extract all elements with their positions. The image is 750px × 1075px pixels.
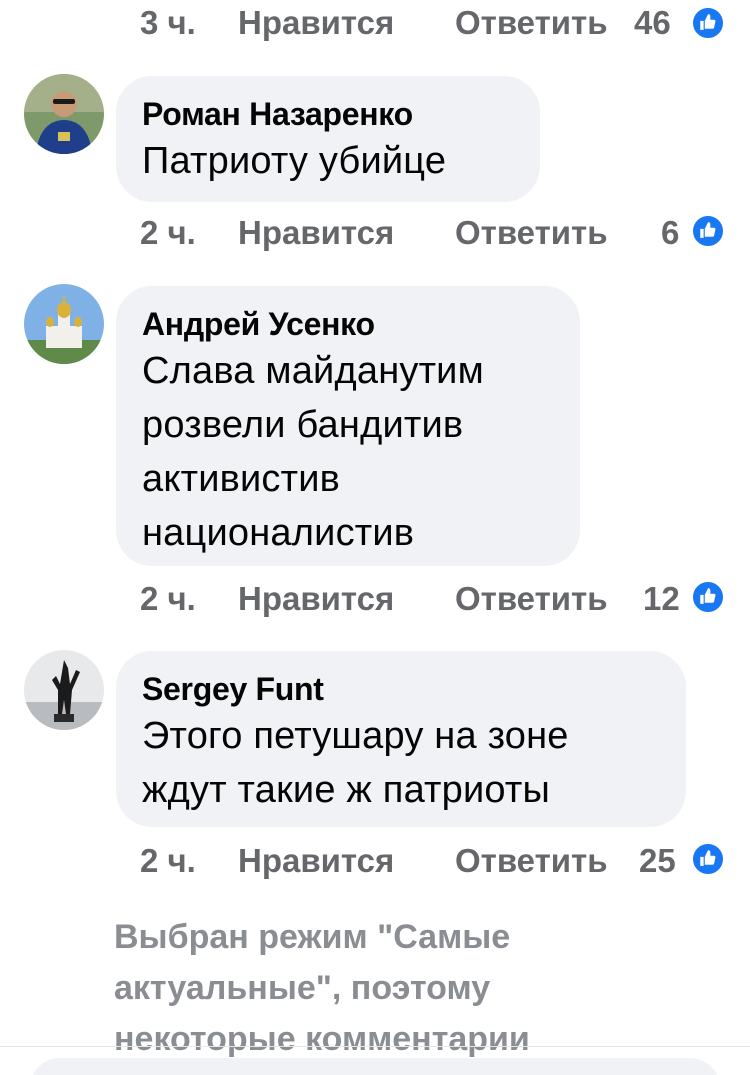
avatar[interactable]	[24, 74, 104, 154]
reaction-count[interactable]: 25	[639, 842, 676, 880]
comment-text-line: Слава майданутим	[142, 350, 484, 392]
avatar[interactable]	[24, 284, 104, 364]
reply-button[interactable]: Ответить	[455, 842, 608, 880]
comments-screen: 3 ч. Нравится Ответить 46 Роман Назаренк…	[0, 0, 750, 1075]
thumbs-up-icon	[691, 214, 725, 248]
reaction-count[interactable]: 12	[643, 580, 680, 618]
comment-bubble: Роман Назаренко Патриоту убийце	[116, 76, 540, 202]
comment-time[interactable]: 2 ч.	[140, 842, 196, 880]
like-button[interactable]: Нравится	[238, 4, 394, 42]
comment-text-line: Этого петушару на зоне	[142, 715, 569, 757]
comment-text-line: активистив	[142, 458, 341, 500]
comment-author[interactable]: Sergey Funt	[142, 669, 660, 709]
thumbs-up-icon	[691, 580, 725, 614]
comment-text-line: розвели бандитив	[142, 404, 464, 446]
comment-text: Этого петушару на зоне ждут такие ж патр…	[142, 709, 660, 817]
comment-time[interactable]: 2 ч.	[140, 214, 196, 252]
notice-line: Выбран режим "Самые	[114, 918, 511, 956]
like-button[interactable]: Нравится	[238, 580, 394, 618]
thumbs-up-icon	[691, 842, 725, 876]
comment-time[interactable]: 2 ч.	[140, 580, 196, 618]
comment-author[interactable]: Андрей Усенко	[142, 304, 554, 344]
reply-button[interactable]: Ответить	[455, 214, 608, 252]
comment-text-line: ждут такие ж патриоты	[142, 769, 551, 811]
comment-bubble: Андрей Усенко Слава майданутим розвели б…	[116, 286, 580, 566]
comment-text-line: националистив	[142, 512, 415, 554]
reaction-count[interactable]: 6	[661, 214, 679, 252]
like-button[interactable]: Нравится	[238, 214, 394, 252]
comment-text: Слава майданутим розвели бандитив активи…	[142, 344, 554, 560]
like-button[interactable]: Нравится	[238, 842, 394, 880]
comment-author[interactable]: Роман Назаренко	[142, 94, 514, 134]
comment-bubble: Sergey Funt Этого петушару на зоне ждут …	[116, 651, 686, 827]
comment-time[interactable]: 3 ч.	[140, 4, 196, 42]
comment-text: Патриоту убийце	[142, 134, 514, 188]
reply-button[interactable]: Ответить	[455, 580, 608, 618]
ranking-notice: Выбран режим "Самые актуальные", поэтому…	[114, 912, 674, 1065]
divider	[0, 1046, 750, 1047]
comment-input[interactable]	[30, 1058, 720, 1075]
reaction-count[interactable]: 46	[634, 4, 671, 42]
thumbs-up-icon	[691, 6, 725, 40]
reply-button[interactable]: Ответить	[455, 4, 608, 42]
notice-line: актуальные", поэтому	[114, 969, 491, 1007]
avatar[interactable]	[24, 650, 104, 730]
comment-text-line: Патриоту убийце	[142, 140, 447, 182]
